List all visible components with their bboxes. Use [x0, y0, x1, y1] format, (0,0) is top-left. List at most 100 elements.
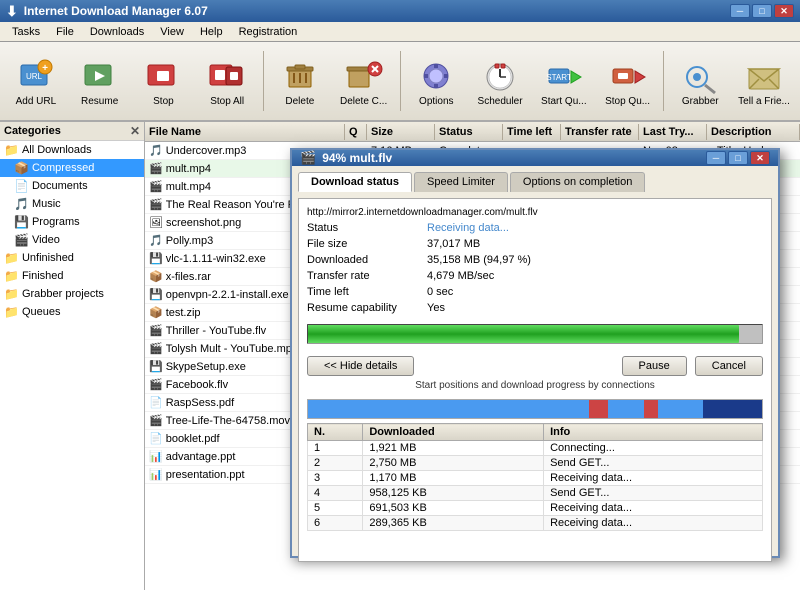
sidebar-item-finished[interactable]: 📁 Finished [0, 267, 144, 285]
sidebar-item-compressed[interactable]: 📦 Compressed [0, 159, 144, 177]
dialog-tab-bar: Download status Speed Limiter Options on… [298, 172, 772, 192]
connections-progress-bar [307, 399, 763, 419]
col-q[interactable]: Q [345, 124, 367, 140]
resume-label: Resume capability [307, 302, 427, 314]
cancel-button[interactable]: Cancel [695, 356, 763, 376]
scheduler-button[interactable]: Scheduler [470, 51, 530, 112]
col-transferrate[interactable]: Transfer rate [561, 124, 639, 140]
stop-icon [143, 56, 183, 96]
dialog-close-button[interactable]: ✕ [750, 151, 770, 165]
maximize-button[interactable]: □ [752, 4, 772, 18]
stop-label: Stop [153, 96, 174, 107]
dialog-buttons: << Hide details Pause Cancel [307, 356, 763, 376]
tell-friend-button[interactable]: Tell a Frie... [734, 51, 794, 112]
status-label: Status [307, 222, 427, 234]
video-label: Video [32, 234, 60, 246]
resume-button[interactable]: Resume [70, 51, 130, 112]
folder-icon: 📁 [4, 143, 19, 157]
col-size[interactable]: Size [367, 124, 435, 140]
sidebar-close-button[interactable]: ✕ [130, 124, 140, 138]
sidebar: Categories ✕ 📁 All Downloads 📦 Compresse… [0, 122, 145, 590]
options-button[interactable]: Options [406, 51, 466, 112]
connection-row[interactable]: 22,750 MBSend GET... [308, 456, 763, 471]
dialog-minimize-button[interactable]: ─ [706, 151, 726, 165]
sidebar-header: Categories ✕ [0, 122, 144, 141]
stop-queue-button[interactable]: Stop Qu... [598, 51, 658, 112]
toolbar-sep-2 [400, 51, 401, 111]
sidebar-item-documents[interactable]: 📄 Documents [0, 177, 144, 195]
scheduler-label: Scheduler [478, 96, 523, 107]
window-controls: ─ □ ✕ [730, 4, 794, 18]
tell-friend-icon [744, 56, 784, 96]
grabber-icon [680, 56, 720, 96]
tab-download-status[interactable]: Download status [298, 172, 412, 192]
connection-row[interactable]: 6289,365 KBReceiving data... [308, 516, 763, 531]
tab-options-completion[interactable]: Options on completion [510, 172, 645, 192]
menu-view[interactable]: View [152, 24, 192, 40]
pause-button[interactable]: Pause [622, 356, 687, 376]
col-description[interactable]: Description [707, 124, 800, 140]
add-url-icon: + URL [16, 56, 56, 96]
dialog-window-controls: ─ □ ✕ [706, 151, 770, 165]
svg-text:START: START [546, 73, 572, 82]
hide-details-button[interactable]: << Hide details [307, 356, 414, 376]
finished-label: Finished [22, 270, 64, 282]
resume-row: Resume capability Yes [307, 302, 763, 314]
grabber-projects-icon: 📁 [4, 287, 19, 301]
sidebar-item-video[interactable]: 🎬 Video [0, 231, 144, 249]
add-url-button[interactable]: + URL Add URL [6, 51, 66, 112]
tab-content-area: http://mirror2.internetdownloadmanager.c… [298, 198, 772, 562]
col-status[interactable]: Status [435, 124, 503, 140]
col-lasttry[interactable]: Last Try... [639, 124, 707, 140]
menu-file[interactable]: File [48, 24, 82, 40]
sidebar-item-grabber-projects[interactable]: 📁 Grabber projects [0, 285, 144, 303]
col-filename[interactable]: File Name [145, 124, 345, 140]
delete-completed-label: Delete C... [340, 96, 387, 107]
conn-seg-2 [399, 400, 481, 418]
conn-col-downloaded: Downloaded [363, 424, 544, 441]
sidebar-item-programs[interactable]: 💾 Programs [0, 213, 144, 231]
dialog-maximize-button[interactable]: □ [728, 151, 748, 165]
tab-speed-limiter[interactable]: Speed Limiter [414, 172, 508, 192]
menu-help[interactable]: Help [192, 24, 231, 40]
connection-row[interactable]: 5691,503 KBReceiving data... [308, 501, 763, 516]
queues-icon: 📁 [4, 305, 19, 319]
connections-table: N. Downloaded Info 11,921 MBConnecting..… [307, 423, 763, 531]
minimize-button[interactable]: ─ [730, 4, 750, 18]
sidebar-item-all-downloads[interactable]: 📁 All Downloads [0, 141, 144, 159]
menu-registration[interactable]: Registration [231, 24, 306, 40]
stop-queue-label: Stop Qu... [605, 96, 650, 107]
sidebar-item-queues[interactable]: 📁 Queues [0, 303, 144, 321]
downloaded-label: Downloaded [307, 254, 427, 266]
delete-completed-icon [344, 56, 384, 96]
timeleft-value: 0 sec [427, 286, 453, 298]
sidebar-item-music[interactable]: 🎵 Music [0, 195, 144, 213]
download-dialog: 🎬 94% mult.flv ─ □ ✕ Download status Spe… [290, 148, 780, 558]
grabber-button[interactable]: Grabber [670, 51, 730, 112]
connections-scrollable[interactable]: N. Downloaded Info 11,921 MBConnecting..… [307, 423, 763, 553]
options-label: Options [419, 96, 453, 107]
menu-tasks[interactable]: Tasks [4, 24, 48, 40]
start-queue-button[interactable]: START Start Qu... [534, 51, 594, 112]
dialog-title-icon: 🎬 [300, 150, 316, 166]
start-queue-label: Start Qu... [541, 96, 587, 107]
stop-all-button[interactable]: Stop All [197, 51, 257, 112]
connection-row[interactable]: 4958,125 KBSend GET... [308, 486, 763, 501]
sidebar-item-unfinished[interactable]: 📁 Unfinished [0, 249, 144, 267]
download-progress-bar [307, 324, 763, 344]
connection-row[interactable]: 11,921 MBConnecting... [308, 441, 763, 456]
music-icon: 🎵 [14, 197, 29, 211]
toolbar-sep-3 [663, 51, 664, 111]
connection-row[interactable]: 31,170 MBReceiving data... [308, 471, 763, 486]
delete-button[interactable]: Delete [270, 51, 330, 112]
delete-label: Delete [285, 96, 314, 107]
toolbar: + URL Add URL Resume Stop [0, 42, 800, 122]
col-timeleft[interactable]: Time left [503, 124, 561, 140]
stop-button[interactable]: Stop [134, 51, 194, 112]
close-button[interactable]: ✕ [774, 4, 794, 18]
conn-seg-red-1 [589, 400, 607, 418]
delete-completed-button[interactable]: Delete C... [334, 51, 394, 112]
conn-col-n: N. [308, 424, 363, 441]
conn-seg-red-2 [644, 400, 658, 418]
menu-downloads[interactable]: Downloads [82, 24, 152, 40]
